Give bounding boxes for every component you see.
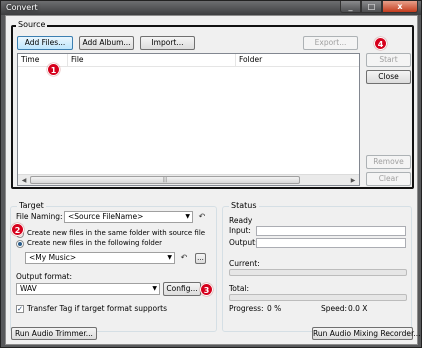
undo-icon[interactable]: ↶ [179,253,189,263]
source-group-title: Source [16,20,48,29]
run-audio-trimmer-button[interactable]: Run Audio Trimmer... [11,327,97,340]
output-format-label: Output format: [16,272,72,281]
grip-icon: ||| [162,177,168,183]
input-field [256,226,406,236]
title-bar[interactable]: Convert _ □ x [1,1,421,15]
window-controls: _ □ x [340,1,418,13]
output-format-value: WAV [20,284,37,293]
transfer-tag-checkbox[interactable]: ✓ [16,305,24,313]
progress-value: 0 % [267,304,282,313]
callout-badge-1: 1 [47,63,60,76]
input-label: Input: [229,226,251,235]
clear-button[interactable]: Clear [366,172,411,186]
source-file-list[interactable]: Time File Folder ◀ ||| ▶ [17,53,360,186]
column-folder[interactable]: Folder [236,54,359,67]
radio-same-folder-label[interactable]: Create new files in the same folder with… [27,229,205,237]
status-state: Ready [229,216,253,225]
browse-folder-button[interactable]: ... [195,253,206,264]
file-naming-value: <Source FileName> [68,212,144,221]
column-file[interactable]: File [68,54,236,67]
remove-button[interactable]: Remove [366,155,411,169]
add-album-button[interactable]: Add Album... [79,36,134,50]
import-button[interactable]: Import... [140,36,195,50]
status-group-title: Status [229,201,259,210]
progress-label: Progress: [229,304,264,313]
file-naming-label: File Naming: [16,212,63,221]
output-field [256,238,406,248]
callout-badge-2: 2 [11,223,24,236]
scroll-right-icon[interactable]: ▶ [348,176,358,185]
callout-badge-3: 3 [200,283,213,296]
current-progress-bar [229,269,407,276]
chevron-down-icon: ▼ [185,213,190,220]
speed-value: 0.0 X [348,304,368,313]
window-title: Convert [6,3,38,12]
close-window-button[interactable]: x [382,1,418,13]
convert-window: Convert _ □ x Source Add Files... Add Al… [0,0,422,348]
scroll-left-icon[interactable]: ◀ [19,176,29,185]
transfer-tag-label[interactable]: Transfer Tag if target format supports [27,304,167,313]
add-files-button[interactable]: Add Files... [17,36,73,50]
file-naming-dropdown[interactable]: <Source FileName> ▼ [64,211,193,223]
total-progress-bar [229,294,407,301]
radio-following-folder-label[interactable]: Create new files in the following folder [27,239,162,247]
chevron-down-icon: ▼ [152,285,157,292]
folder-dropdown[interactable]: <My Music> ▼ [25,252,175,264]
close-button[interactable]: Close [366,70,411,84]
start-button[interactable]: Start [366,53,411,67]
output-format-dropdown[interactable]: WAV ▼ [16,283,160,295]
list-header: Time File Folder [18,54,359,67]
export-button[interactable]: Export... [303,36,358,50]
maximize-button[interactable]: □ [361,1,382,13]
dialog-client-area: Source Add Files... Add Album... Import.… [5,15,421,345]
callout-badge-4: 4 [374,37,387,50]
total-label: Total: [229,284,250,293]
column-time[interactable]: Time [18,54,68,67]
horizontal-scrollbar[interactable]: ◀ ||| ▶ [18,174,359,185]
radio-following-folder[interactable] [16,240,24,248]
target-group: Target File Naming: <Source FileName> ▼ … [10,201,217,332]
chevron-down-icon: ▼ [167,254,172,261]
status-group: Status Ready Input: Output: Current: Tot… [222,201,412,332]
scroll-thumb[interactable]: ||| [30,176,300,184]
source-group: Source Add Files... Add Album... Import.… [11,20,414,189]
undo-icon[interactable]: ↶ [197,212,207,222]
current-label: Current: [229,259,260,268]
output-label: Output: [229,238,258,247]
minimize-button[interactable]: _ [340,1,361,13]
target-group-title: Target [17,201,46,210]
config-button[interactable]: Config... [163,282,201,296]
speed-label: Speed: [321,304,348,313]
run-audio-mixing-recorder-button[interactable]: Run Audio Mixing Recorder... [312,327,421,340]
folder-value: <My Music> [29,253,77,262]
